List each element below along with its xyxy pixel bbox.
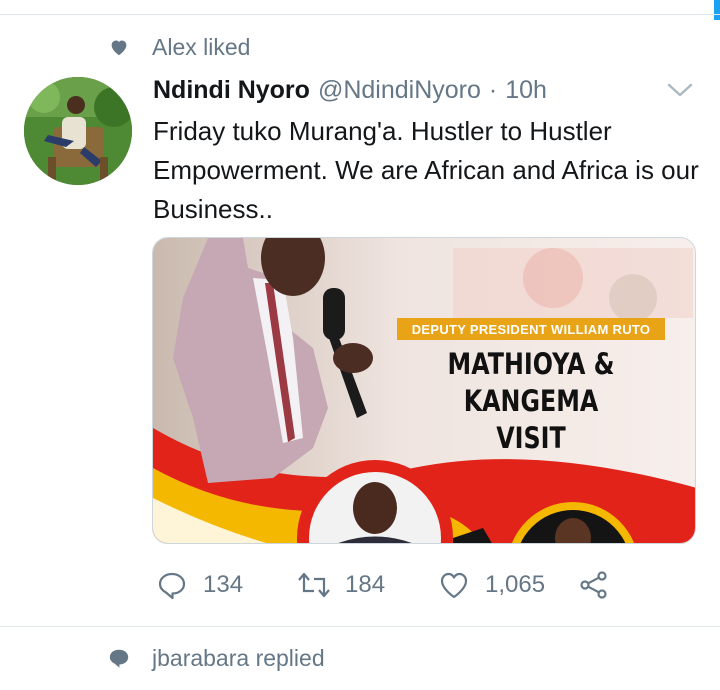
tweet-timestamp[interactable]: 10h xyxy=(505,76,547,105)
speech-bubble-icon xyxy=(108,647,130,669)
divider xyxy=(0,626,720,627)
social-context[interactable]: Alex liked xyxy=(108,33,250,61)
retweet-button[interactable]: 184 xyxy=(297,566,385,604)
share-button[interactable] xyxy=(577,566,611,604)
separator-dot: · xyxy=(488,75,498,104)
media-headline-line-2: VISIT xyxy=(496,421,566,455)
retweet-icon xyxy=(297,568,331,602)
divider xyxy=(0,14,720,15)
chevron-down-icon[interactable] xyxy=(666,78,694,102)
social-context-text: Alex liked xyxy=(152,33,251,60)
reply-icon xyxy=(155,568,189,602)
avatar[interactable] xyxy=(24,77,132,185)
heart-icon xyxy=(108,36,130,58)
scroll-indicator xyxy=(714,0,720,20)
reply-button[interactable]: 134 xyxy=(155,566,243,604)
retweet-count: 184 xyxy=(345,571,386,598)
like-button[interactable]: 1,065 xyxy=(437,566,545,604)
display-name[interactable]: Ndindi Nyoro xyxy=(153,76,310,105)
user-handle[interactable]: @NdindiNyoro xyxy=(318,76,481,105)
tweet-text: Friday tuko Murang'a. Hustler to Hustler… xyxy=(153,116,699,224)
like-count: 1,065 xyxy=(485,571,546,598)
social-context-text: jbarabara replied xyxy=(152,644,325,671)
social-context[interactable]: jbarabara replied xyxy=(108,644,325,672)
tweet-header: Ndindi Nyoro @NdindiNyoro · 10h xyxy=(153,72,547,108)
media-banner: DEPUTY PRESIDENT WILLIAM RUTO xyxy=(397,318,665,340)
media-headline: MATHIOYA & KANGEMA VISIT xyxy=(408,346,654,457)
share-icon xyxy=(577,568,611,602)
heart-outline-icon xyxy=(437,568,471,602)
reply-count: 134 xyxy=(203,571,244,598)
media-headline-line-1: MATHIOYA & KANGEMA xyxy=(447,347,615,418)
tweet-actions: 134 184 1,065 xyxy=(153,566,623,604)
tweet-media-image[interactable]: DEPUTY PRESIDENT WILLIAM RUTO MATHIOYA &… xyxy=(152,237,696,544)
